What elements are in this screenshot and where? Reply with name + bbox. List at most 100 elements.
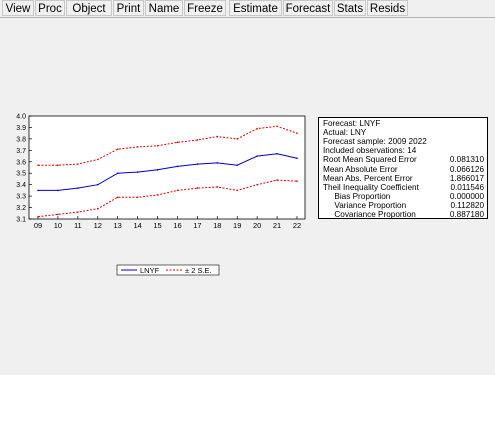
data-point (156, 168, 159, 171)
y-tick-label: 3.3 (16, 194, 26, 201)
stat-value: 0.081310 (449, 155, 484, 165)
toolbar-button-view[interactable]: View (2, 0, 34, 16)
forecast-statistics-box: Forecast: LNYF Actual: LNY Forecast sample… (318, 117, 488, 219)
x-tick-label: 10 (54, 221, 62, 230)
data-point (276, 179, 278, 181)
data-point (196, 163, 199, 165)
data-point (296, 132, 298, 134)
data-point (196, 187, 199, 189)
object-toolbar: View Proc Object Print Name Freeze Estimate For… (0, 0, 495, 18)
toolbar-button-forecast[interactable]: Forecast (283, 0, 333, 16)
data-point (136, 146, 139, 148)
x-tick-label: 09 (34, 221, 42, 230)
data-point (96, 183, 99, 186)
data-point (256, 155, 258, 157)
data-point (37, 189, 39, 192)
x-tick-label: 17 (193, 221, 201, 230)
stat-label: Variance Proportion (323, 200, 407, 210)
data-point (57, 164, 59, 167)
y-tick-label: 3.2 (16, 205, 26, 212)
data-point (216, 186, 219, 188)
x-tick-label: 22 (293, 221, 301, 230)
stat-label: Forecast: LNYF (323, 119, 381, 128)
data-point (236, 189, 239, 192)
x-tick-label: 21 (273, 221, 281, 230)
x-tick-label: 11 (74, 221, 82, 230)
x-tick-label: 20 (253, 221, 261, 230)
data-point (77, 211, 79, 213)
toolbar-button-proc[interactable]: Proc (35, 0, 65, 16)
data-point (136, 171, 139, 173)
plot-area (28, 115, 306, 220)
forecast-graph: 4.0 3.9 3.8 3.7 3.6 3.5 3.4 3.3 3.2 3.1 09 10 11 12 13… (16, 114, 306, 276)
data-point (176, 189, 179, 192)
x-tick-label: 13 (114, 221, 122, 230)
data-point (236, 164, 239, 167)
y-tick-label: 3.1 (16, 217, 26, 224)
stat-label: Included observations: 14 (323, 146, 417, 156)
stat-value: 0.887180 (449, 210, 484, 219)
data-point (276, 152, 278, 155)
data-point (176, 165, 179, 168)
data-point (136, 196, 139, 199)
y-tick-label: 3.9 (16, 125, 26, 132)
stat-value: 0.112820 (450, 200, 484, 210)
y-tick-label: 3.8 (16, 136, 26, 143)
data-point (176, 141, 179, 144)
data-point (116, 196, 119, 199)
data-point (57, 213, 59, 216)
data-point (156, 144, 159, 147)
data-point (276, 125, 278, 128)
y-tick-label: 4.0 (16, 114, 26, 121)
stat-label: Root Mean Squared Error (323, 155, 417, 165)
legend-label-lnyf: LNYF (140, 266, 160, 275)
x-tick-label: 15 (153, 221, 161, 230)
data-point (256, 183, 258, 186)
x-tick-label: 12 (94, 221, 102, 230)
x-tick-label: 14 (133, 221, 141, 230)
data-point (77, 163, 79, 165)
stat-label: Mean Abs. Percent Error (323, 173, 413, 183)
toolbar-button-estimate[interactable]: Estimate (229, 0, 282, 16)
stat-label: Theil Inequality Coefficient (323, 182, 419, 192)
legend-label-2se: ± 2 S.E. (185, 266, 212, 275)
stat-label: Actual: LNY (323, 128, 367, 138)
toolbar-button-name[interactable]: Name (145, 0, 183, 16)
data-point (296, 157, 298, 160)
y-tick-label: 3.7 (16, 148, 26, 155)
stat-label: Mean Absolute Error (323, 164, 398, 174)
toolbar-button-object[interactable]: Object (66, 0, 112, 16)
toolbar-button-stats[interactable]: Stats (334, 0, 366, 16)
data-point (37, 215, 39, 218)
data-point (296, 180, 298, 183)
toolbar-button-resids[interactable]: Resids (367, 0, 408, 16)
toolbar-button-print[interactable]: Print (113, 0, 144, 16)
data-point (236, 138, 239, 140)
stat-value: 0.000000 (449, 191, 484, 201)
data-point (57, 189, 59, 192)
y-tick-label: 3.4 (16, 182, 26, 189)
data-point (96, 158, 99, 161)
data-point (116, 172, 119, 175)
data-point (116, 148, 119, 150)
stat-value: 0.066126 (449, 164, 484, 174)
data-point (216, 135, 219, 138)
stat-label: Bias Proportion (323, 191, 391, 201)
stat-value: 0.011546 (450, 182, 484, 192)
y-tick-label: 3.5 (16, 171, 26, 178)
x-tick-label: 19 (233, 221, 241, 230)
data-point (37, 164, 39, 167)
x-tick-label: 18 (213, 221, 221, 230)
data-point (196, 139, 199, 141)
data-point (216, 162, 219, 164)
stat-label: Forecast sample: 2009 2022 (323, 137, 427, 147)
data-point (156, 194, 159, 196)
data-point (96, 207, 99, 210)
data-point (77, 187, 79, 189)
stat-value: 1.866017 (449, 173, 484, 183)
stat-label: Covariance Proportion (323, 210, 416, 219)
x-tick-label: 16 (173, 221, 181, 230)
toolbar-button-freeze[interactable]: Freeze (184, 0, 226, 16)
data-point (256, 127, 258, 130)
y-tick-label: 3.6 (16, 159, 26, 166)
